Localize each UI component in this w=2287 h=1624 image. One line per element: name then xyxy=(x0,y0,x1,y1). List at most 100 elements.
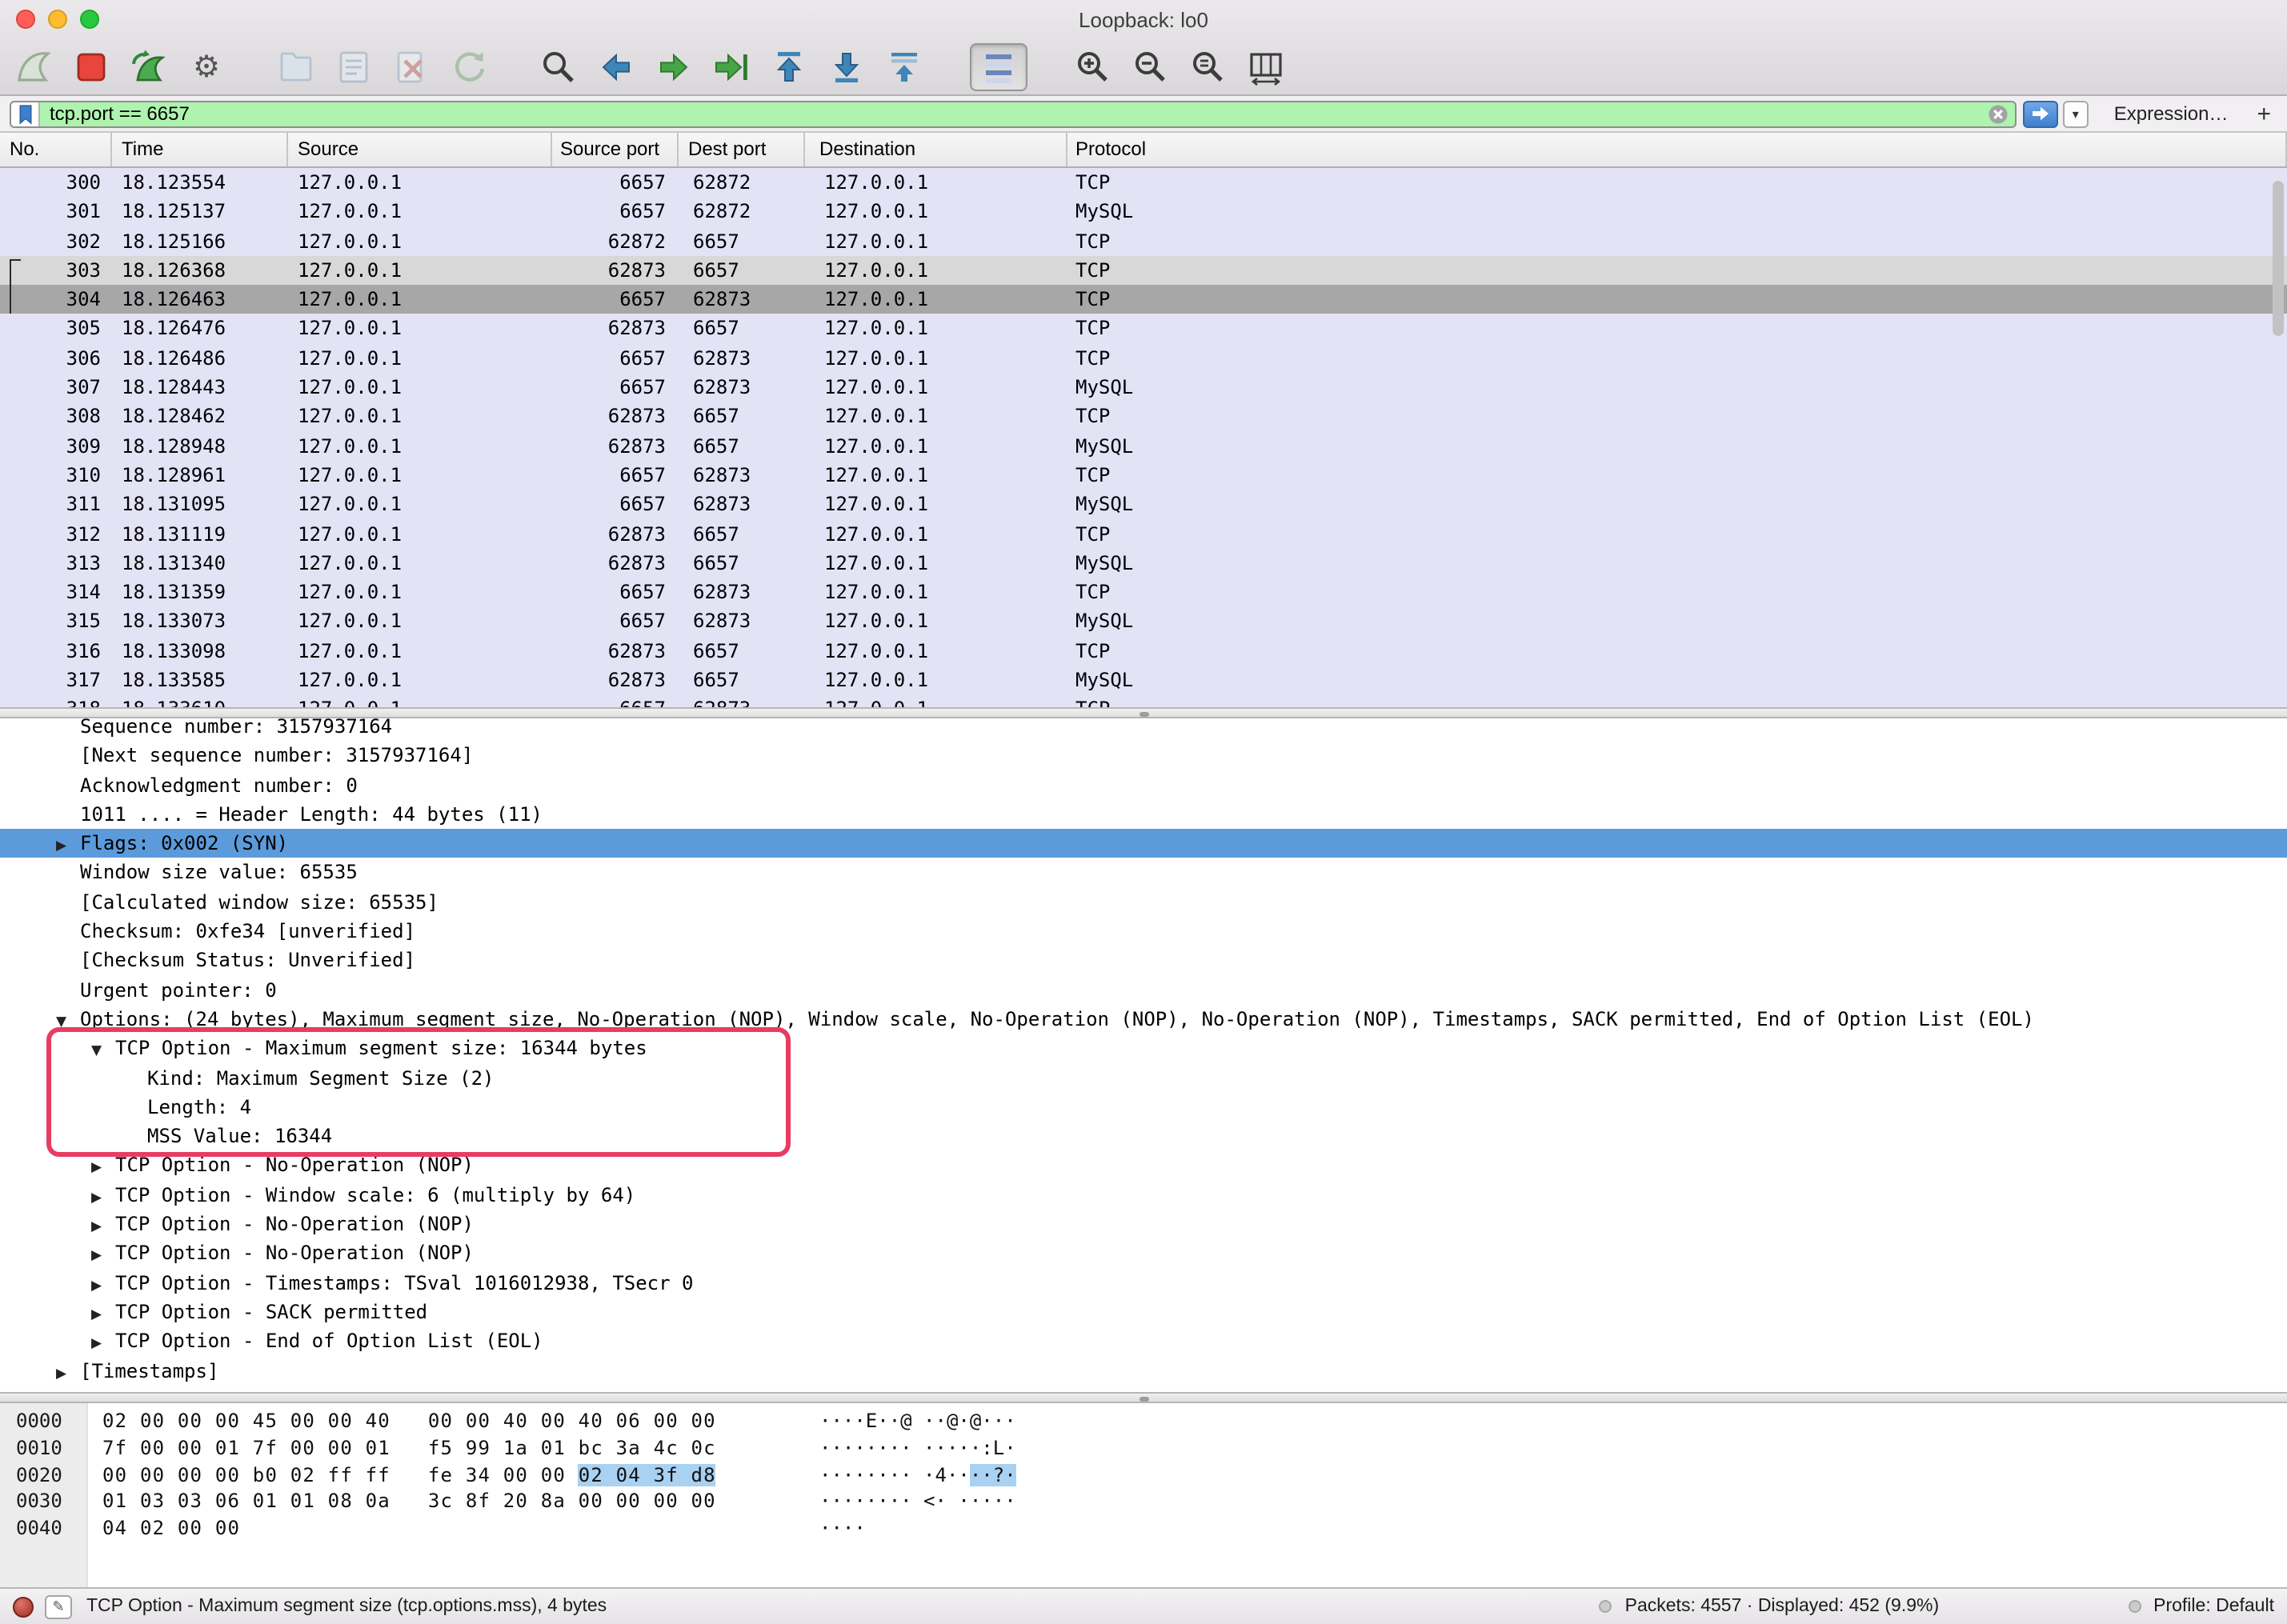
detail-line[interactable]: 1011 .... = Header Length: 44 bytes (11) xyxy=(0,800,2287,830)
colorize-packets-button[interactable] xyxy=(970,43,1027,91)
hex-line[interactable]: 000002 00 00 00 45 00 00 40 00 00 40 00 … xyxy=(0,1408,2287,1435)
triangle-collapsed-icon[interactable]: ▶ xyxy=(91,1330,115,1359)
hex-line[interactable]: 004004 02 00 00···· xyxy=(0,1515,2287,1542)
go-back-button[interactable] xyxy=(592,43,640,91)
packet-row[interactable]: 30918.128948127.0.0.1628736657127.0.0.1M… xyxy=(0,431,2287,461)
capture-comment-button[interactable]: ✎ xyxy=(45,1594,72,1618)
go-to-bottom-button[interactable] xyxy=(823,43,871,91)
go-to-top-button[interactable] xyxy=(765,43,813,91)
go-to-packet-button[interactable] xyxy=(707,43,755,91)
detail-line[interactable]: ▶[Timestamps] xyxy=(0,1356,2287,1386)
packet-list-scrollbar[interactable] xyxy=(2273,181,2284,336)
display-filter-input[interactable]: tcp.port == 6657 xyxy=(10,100,2017,127)
detail-line[interactable]: ▶TCP Option - No-Operation (NOP) xyxy=(0,1151,2287,1181)
save-file-button[interactable] xyxy=(330,43,378,91)
close-file-button[interactable] xyxy=(387,43,435,91)
detail-line[interactable]: [Next sequence number: 3157937164] xyxy=(0,742,2287,771)
triangle-expanded-icon[interactable]: ▼ xyxy=(91,1038,115,1067)
detail-line[interactable]: ▶TCP Option - Timestamps: TSval 10160129… xyxy=(0,1268,2287,1298)
expert-info-icon[interactable] xyxy=(13,1596,34,1617)
cell-source: 127.0.0.1 xyxy=(288,256,552,286)
triangle-expanded-icon[interactable]: ▼ xyxy=(56,1008,80,1038)
hex-line[interactable]: 003001 03 03 06 01 01 08 0a 3c 8f 20 8a … xyxy=(0,1489,2287,1516)
detail-line[interactable]: Window size value: 65535 xyxy=(0,858,2287,888)
filter-history-dropdown-button[interactable]: ▾ xyxy=(2063,100,2089,127)
triangle-collapsed-icon[interactable]: ▶ xyxy=(56,1359,80,1389)
packet-row[interactable]: 31418.131359127.0.0.1665762873127.0.0.1T… xyxy=(0,578,2287,607)
add-filter-button[interactable]: + xyxy=(2257,100,2271,127)
packet-row[interactable]: 30718.128443127.0.0.1665762873127.0.0.1M… xyxy=(0,373,2287,402)
status-profile[interactable]: Profile: Default xyxy=(2153,1597,2274,1616)
reload-file-button[interactable] xyxy=(445,43,493,91)
packet-row[interactable]: 31018.128961127.0.0.1665762873127.0.0.1T… xyxy=(0,461,2287,490)
packet-row[interactable]: 31618.133098127.0.0.1628736657127.0.0.1T… xyxy=(0,637,2287,666)
packet-row[interactable]: 31118.131095127.0.0.1665762873127.0.0.1M… xyxy=(0,490,2287,520)
packet-row[interactable]: 30018.123554127.0.0.1665762872127.0.0.1T… xyxy=(0,168,2287,198)
detail-line[interactable]: ▶TCP Option - No-Operation (NOP) xyxy=(0,1239,2287,1269)
column-header-destination[interactable]: Destination xyxy=(805,133,1067,166)
resize-columns-button[interactable] xyxy=(1242,43,1290,91)
packet-row[interactable]: 30518.126476127.0.0.1628736657127.0.0.1T… xyxy=(0,314,2287,344)
detail-line[interactable]: ▶TCP Option - End of Option List (EOL) xyxy=(0,1326,2287,1356)
expression-button[interactable]: Expression… xyxy=(2114,102,2229,125)
detail-line[interactable]: [Checksum Status: Unverified] xyxy=(0,946,2287,976)
detail-line[interactable]: Length: 4 xyxy=(0,1093,2287,1122)
packet-row[interactable]: 31218.131119127.0.0.1628736657127.0.0.1T… xyxy=(0,519,2287,549)
triangle-collapsed-icon[interactable]: ▶ xyxy=(91,1154,115,1184)
detail-line[interactable]: ▼TCP Option - Maximum segment size: 1634… xyxy=(0,1034,2287,1064)
splitter-details-hex[interactable] xyxy=(0,1392,2287,1403)
hex-line[interactable]: 00107f 00 00 01 7f 00 00 01 f5 99 1a 01 … xyxy=(0,1435,2287,1462)
hex-ascii: ···· xyxy=(819,1515,866,1542)
packet-row[interactable]: 30818.128462127.0.0.1628736657127.0.0.1T… xyxy=(0,402,2287,432)
auto-scroll-button[interactable] xyxy=(880,43,928,91)
detail-line[interactable]: [Calculated window size: 65535] xyxy=(0,888,2287,918)
open-file-button[interactable] xyxy=(272,43,320,91)
detail-line[interactable]: MSS Value: 16344 xyxy=(0,1122,2287,1151)
go-forward-button[interactable] xyxy=(650,43,698,91)
splitter-list-details[interactable] xyxy=(0,707,2287,718)
packet-row[interactable]: 31318.131340127.0.0.1628736657127.0.0.1M… xyxy=(0,549,2287,578)
detail-line[interactable]: Sequence number: 3157937164 xyxy=(0,718,2287,742)
column-header-protocol[interactable]: Protocol xyxy=(1067,133,2287,166)
detail-line[interactable]: Checksum: 0xfe34 [unverified] xyxy=(0,917,2287,946)
triangle-collapsed-icon[interactable]: ▶ xyxy=(56,832,80,862)
detail-line[interactable]: ▶Flags: 0x002 (SYN) xyxy=(0,829,2287,858)
stop-capture-button[interactable] xyxy=(67,43,115,91)
detail-line[interactable]: ▶TCP Option - Window scale: 6 (multiply … xyxy=(0,1181,2287,1210)
detail-line[interactable]: ▼Options: (24 bytes), Maximum segment si… xyxy=(0,1005,2287,1034)
packet-row[interactable]: 31818.133610127.0.0.1665762873127.0.0.1T… xyxy=(0,695,2287,707)
packet-row[interactable]: 31718.133585127.0.0.1628736657127.0.0.1M… xyxy=(0,666,2287,695)
zoom-out-button[interactable] xyxy=(1127,43,1175,91)
apply-filter-button[interactable] xyxy=(2023,100,2058,127)
filter-bookmark-button[interactable] xyxy=(11,102,40,126)
restart-capture-button[interactable] xyxy=(125,43,173,91)
packet-row[interactable]: 31518.133073127.0.0.1665762873127.0.0.1M… xyxy=(0,607,2287,637)
triangle-collapsed-icon[interactable]: ▶ xyxy=(91,1242,115,1272)
packet-row[interactable]: 30618.126486127.0.0.1665762873127.0.0.1T… xyxy=(0,344,2287,374)
column-header-time[interactable]: Time xyxy=(112,133,288,166)
packet-row[interactable]: 30318.126368127.0.0.1628736657127.0.0.1T… xyxy=(0,256,2287,286)
detail-line[interactable]: Kind: Maximum Segment Size (2) xyxy=(0,1063,2287,1093)
zoom-in-button[interactable] xyxy=(1069,43,1117,91)
column-header-source[interactable]: Source xyxy=(288,133,552,166)
packet-row[interactable]: 30218.125166127.0.0.1628726657127.0.0.1T… xyxy=(0,226,2287,256)
detail-line[interactable]: ▶TCP Option - No-Operation (NOP) xyxy=(0,1210,2287,1239)
triangle-collapsed-icon[interactable]: ▶ xyxy=(91,1271,115,1301)
column-header-source-port[interactable]: Source port xyxy=(552,133,679,166)
detail-line[interactable]: Acknowledgment number: 0 xyxy=(0,770,2287,800)
column-header-no[interactable]: No. xyxy=(0,133,112,166)
triangle-collapsed-icon[interactable]: ▶ xyxy=(91,1213,115,1242)
detail-line[interactable]: ▶TCP Option - SACK permitted xyxy=(0,1298,2287,1327)
triangle-collapsed-icon[interactable]: ▶ xyxy=(91,1301,115,1330)
capture-options-button[interactable]: ⚙ xyxy=(182,43,230,91)
triangle-collapsed-icon[interactable]: ▶ xyxy=(91,1184,115,1214)
zoom-reset-button[interactable] xyxy=(1184,43,1232,91)
start-capture-button[interactable] xyxy=(10,43,58,91)
detail-line[interactable]: Urgent pointer: 0 xyxy=(0,975,2287,1005)
clear-filter-button[interactable] xyxy=(1988,104,2009,127)
packet-row[interactable]: 30118.125137127.0.0.1665762872127.0.0.1M… xyxy=(0,198,2287,227)
find-packet-button[interactable] xyxy=(535,43,583,91)
hex-line[interactable]: 002000 00 00 00 b0 02 ff ff fe 34 00 00 … xyxy=(0,1462,2287,1489)
packet-row[interactable]: 30418.126463127.0.0.1665762873127.0.0.1T… xyxy=(0,285,2287,314)
column-header-dest-port[interactable]: Dest port xyxy=(679,133,805,166)
